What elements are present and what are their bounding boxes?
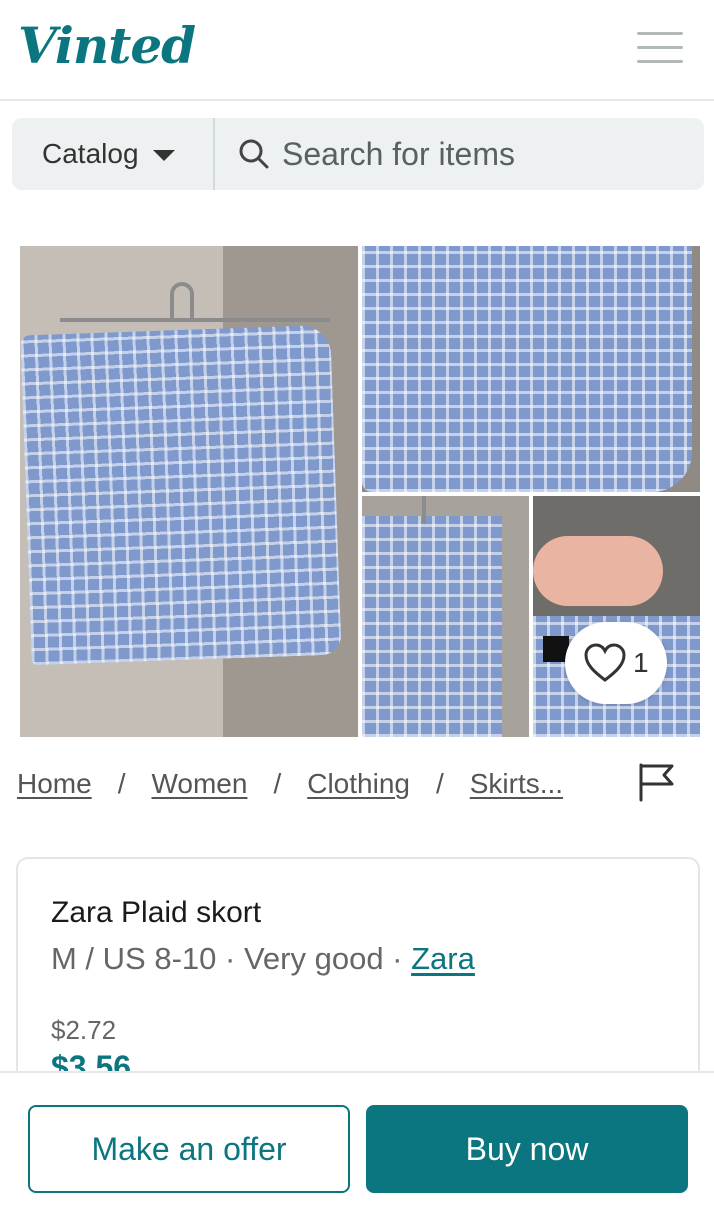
- favourite-count: 1: [633, 647, 649, 678]
- item-photo-3[interactable]: [362, 496, 529, 737]
- meta-separator: ·: [383, 941, 412, 976]
- make-offer-button[interactable]: Make an offer: [28, 1105, 350, 1193]
- item-photo-main[interactable]: [20, 246, 358, 737]
- meta-separator: ·: [216, 941, 244, 976]
- item-title: Zara Plaid skort: [51, 896, 262, 929]
- vinted-logo[interactable]: Vinted: [18, 16, 196, 75]
- bottom-action-bar: Make an offer Buy now: [0, 1071, 714, 1222]
- breadcrumb-women[interactable]: Women: [151, 768, 247, 800]
- item-size: M / US 8-10: [51, 941, 217, 976]
- breadcrumb-clothing[interactable]: Clothing: [307, 768, 410, 800]
- item-price: $2.72: [51, 1015, 117, 1045]
- search-bar: Catalog: [12, 118, 704, 190]
- buy-now-button[interactable]: Buy now: [366, 1105, 688, 1193]
- hamburger-menu-icon[interactable]: [637, 30, 683, 66]
- item-condition: Very good: [243, 941, 384, 976]
- top-header: Vinted: [0, 0, 714, 101]
- caret-down-icon: [152, 149, 175, 161]
- breadcrumb-skirts[interactable]: Skirts...: [470, 768, 563, 800]
- breadcrumb-home[interactable]: Home: [17, 768, 92, 800]
- breadcrumb: Home / Women / Clothing / Skirts...: [17, 768, 563, 800]
- heart-icon: [584, 643, 626, 682]
- breadcrumb-separator: /: [435, 768, 444, 799]
- item-meta: M / US 8-10 · Very good · Zara: [51, 941, 475, 977]
- favourite-button[interactable]: 1: [565, 622, 667, 704]
- item-brand-link[interactable]: Zara: [411, 941, 475, 976]
- breadcrumb-separator: /: [117, 768, 126, 799]
- search-input[interactable]: [282, 128, 682, 180]
- report-flag-icon[interactable]: [636, 762, 676, 802]
- item-photo-2[interactable]: [362, 246, 700, 492]
- search-icon: [239, 139, 269, 169]
- breadcrumb-separator: /: [273, 768, 282, 799]
- catalog-dropdown[interactable]: Catalog: [12, 118, 215, 190]
- catalog-label: Catalog: [42, 138, 139, 169]
